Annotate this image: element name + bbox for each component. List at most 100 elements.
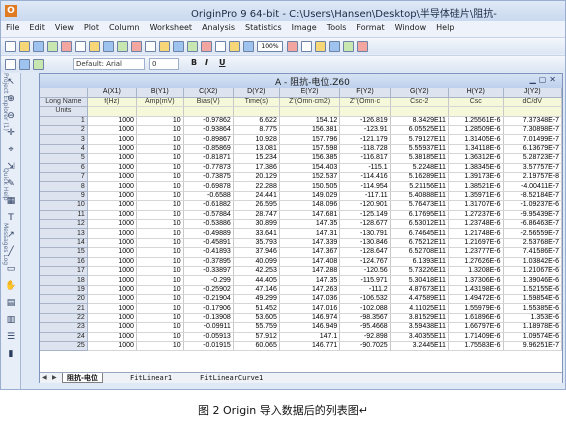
table-cell[interactable]: -0.37895 <box>183 257 234 267</box>
command-window-icon[interactable] <box>343 41 354 52</box>
table-cell[interactable]: -0.299 <box>183 275 234 286</box>
window-controls[interactable]: ▁▢✕ <box>530 75 559 84</box>
table-cell[interactable]: -120.901 <box>339 200 391 211</box>
table-cell[interactable]: -117.11 <box>339 191 391 202</box>
table-cell[interactable]: -114.954 <box>339 181 391 192</box>
table-cell[interactable]: 1.23748E-6 <box>448 219 504 230</box>
table-cell[interactable]: 53.605 <box>233 313 280 324</box>
row-number[interactable]: 7 <box>40 172 88 183</box>
menu-item-plot[interactable]: Plot <box>79 21 104 32</box>
table-cell[interactable]: 10 <box>136 257 184 267</box>
table-cell[interactable]: 6.05525E11 <box>390 125 449 136</box>
table-cell[interactable]: 5.2248E11 <box>390 163 449 174</box>
table-cell[interactable]: 1000 <box>87 322 137 333</box>
table-cell[interactable]: 10 <box>136 294 184 305</box>
table-cell[interactable]: -0.13908 <box>183 313 234 324</box>
menu-item-file[interactable]: File <box>1 21 24 32</box>
save-icon[interactable] <box>145 41 156 52</box>
table-cell[interactable]: -123.91 <box>339 125 391 136</box>
sheet-tab-2[interactable]: FitLinearCurve1 <box>196 373 267 383</box>
column-header[interactable]: E(Y2) <box>279 88 341 98</box>
code-builder-icon[interactable] <box>315 41 326 52</box>
table-cell[interactable]: 147.35 <box>279 219 341 230</box>
table-cell[interactable]: 6.1393E11 <box>390 257 449 267</box>
table-cell[interactable]: 1.38345E-6 <box>448 163 504 174</box>
row-number[interactable]: 15 <box>40 247 88 258</box>
row-number[interactable]: 16 <box>40 257 88 267</box>
table-cell[interactable]: 10 <box>136 134 184 145</box>
table-cell[interactable]: 1000 <box>87 191 137 202</box>
table-cell[interactable]: 1.55979E-6 <box>448 303 504 314</box>
units-cell[interactable] <box>339 106 391 117</box>
table-cell[interactable]: 1.353E-6 <box>503 313 562 324</box>
table-cell[interactable]: 1000 <box>87 341 137 352</box>
table-cell[interactable]: -126.819 <box>339 116 391 127</box>
row-number[interactable]: 14 <box>40 238 88 249</box>
table-cell[interactable]: 156.385 <box>279 153 341 164</box>
copy-icon[interactable] <box>33 59 44 70</box>
table-cell[interactable]: -121.179 <box>339 134 391 145</box>
table-cell[interactable]: 1000 <box>87 285 137 296</box>
sheet-tab-0[interactable]: 阻抗-电位 <box>62 373 103 383</box>
table-cell[interactable]: 1000 <box>87 257 137 267</box>
table-cell[interactable]: 146.974 <box>279 313 341 324</box>
table-cell[interactable]: 5.30418E11 <box>390 275 449 286</box>
table-cell[interactable]: -0.01915 <box>183 341 234 352</box>
table-cell[interactable]: 57.912 <box>233 332 280 343</box>
layers-icon[interactable] <box>301 41 312 52</box>
table-cell[interactable]: 20.129 <box>233 172 280 183</box>
table-cell[interactable]: 149.029 <box>279 191 341 202</box>
table-cell[interactable]: 1000 <box>87 163 137 174</box>
table-cell[interactable]: 1.21748E-6 <box>448 228 504 239</box>
new-function-icon[interactable] <box>61 41 72 52</box>
new-layout-icon[interactable] <box>75 41 86 52</box>
table-cell[interactable]: 33.641 <box>233 228 280 239</box>
table-cell[interactable]: 150.505 <box>279 181 341 192</box>
table-cell[interactable]: 1000 <box>87 200 137 211</box>
units-cell[interactable] <box>448 106 504 117</box>
table-cell[interactable]: -0.85869 <box>183 144 234 155</box>
font-name-select[interactable]: Default: Arial <box>73 58 145 70</box>
table-cell[interactable]: 40.099 <box>233 257 280 267</box>
menu-item-format[interactable]: Format <box>351 21 389 32</box>
table-cell[interactable]: 5.73226E11 <box>390 266 449 277</box>
row-number[interactable]: 21 <box>40 303 88 314</box>
row-number[interactable]: 23 <box>40 322 88 333</box>
menu-item-statistics[interactable]: Statistics <box>240 21 287 32</box>
table-cell[interactable]: 147.016 <box>279 303 341 314</box>
import-icon[interactable] <box>173 41 184 52</box>
table-cell[interactable]: -0.61882 <box>183 200 234 211</box>
table-cell[interactable]: 10 <box>136 285 184 296</box>
table-cell[interactable]: 10 <box>136 191 184 202</box>
table-cell[interactable]: 1.27237E-6 <box>448 210 504 220</box>
table-cell[interactable]: -98.3567 <box>339 313 391 324</box>
menu-item-view[interactable]: View <box>50 21 79 32</box>
table-cell[interactable]: 6.75212E11 <box>390 238 449 249</box>
table-cell[interactable]: -106.532 <box>339 294 391 305</box>
origin-app-icon[interactable]: O <box>5 5 17 17</box>
table-cell[interactable]: 9.96251E-7 <box>503 341 562 352</box>
table-cell[interactable]: 5.16289E11 <box>390 172 449 183</box>
table-cell[interactable]: 8.775 <box>233 125 280 136</box>
column-header[interactable]: F(Y2) <box>339 88 391 98</box>
table-cell[interactable]: 147.367 <box>279 247 341 258</box>
row-number[interactable]: 25 <box>40 341 88 352</box>
table-cell[interactable]: 1000 <box>87 238 137 249</box>
table-cell[interactable]: 10 <box>136 275 184 286</box>
color-scale-icon[interactable]: ▮ <box>5 349 17 360</box>
table-cell[interactable]: 51.452 <box>233 303 280 314</box>
table-cell[interactable]: 147.681 <box>279 210 341 220</box>
table-cell[interactable]: 1.49472E-6 <box>448 294 504 305</box>
table-cell[interactable]: 1.61896E-6 <box>448 313 504 324</box>
table-cell[interactable]: -92.898 <box>339 332 391 343</box>
table-cell[interactable]: -0.73875 <box>183 172 234 183</box>
table-cell[interactable]: 1.66797E-6 <box>448 322 504 333</box>
table-cell[interactable]: 47.146 <box>233 285 280 296</box>
table-cell[interactable]: 1.43198E-6 <box>448 285 504 296</box>
table-cell[interactable]: 10 <box>136 322 184 333</box>
table-cell[interactable]: 22.288 <box>233 181 280 192</box>
table-cell[interactable]: -102.088 <box>339 303 391 314</box>
table-cell[interactable]: 24.441 <box>233 191 280 202</box>
table-cell[interactable]: 1.21697E-6 <box>448 238 504 249</box>
table-cell[interactable]: 1000 <box>87 116 137 127</box>
